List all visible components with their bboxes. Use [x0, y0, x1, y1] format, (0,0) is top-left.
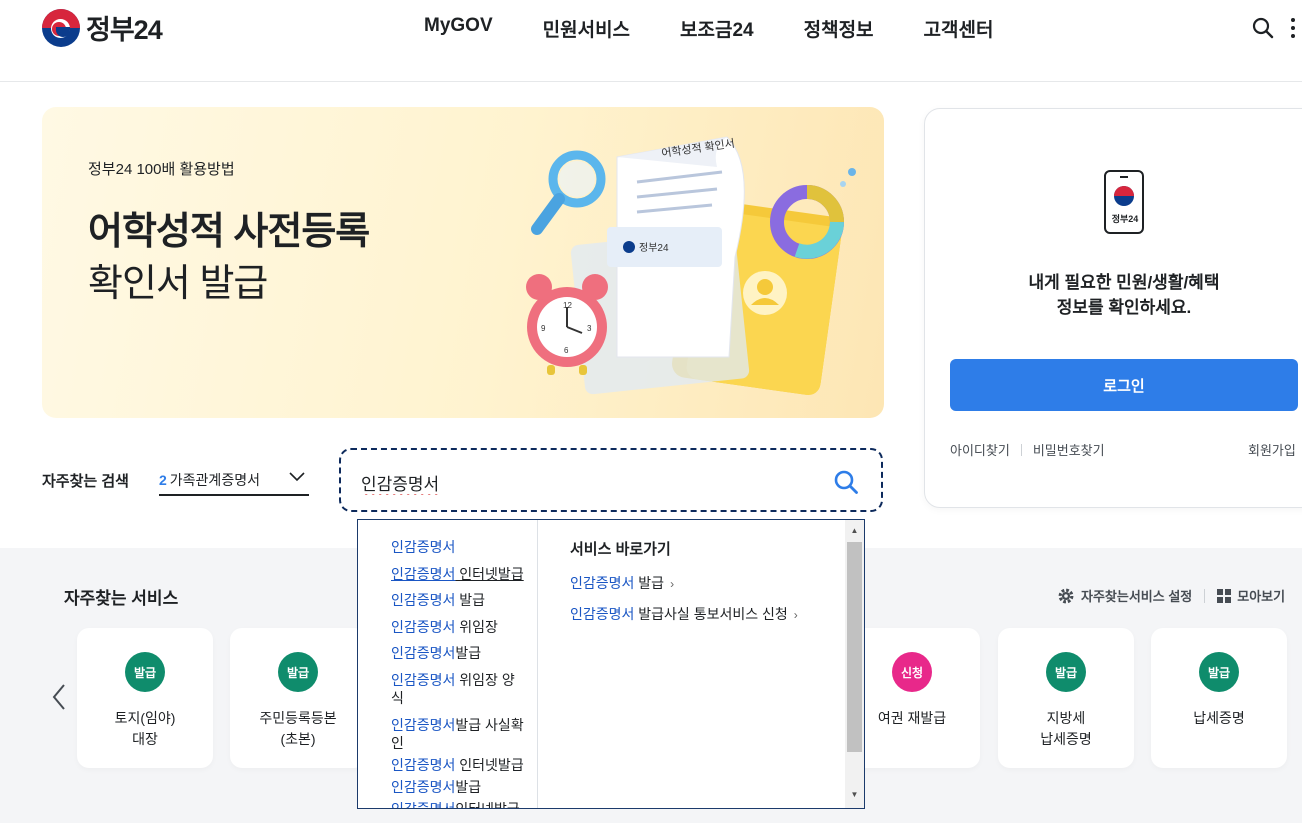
- account-links: 아이디찾기 비밀번호찾기: [950, 440, 1105, 459]
- service-label-line1: 지방세: [1046, 710, 1086, 726]
- suggestion-item[interactable]: 인감증명서발급 사실확 인: [391, 716, 525, 752]
- shortcuts-title: 서비스 바로가기: [570, 541, 671, 558]
- suggestion-item[interactable]: 인감증명서 인터넷발급: [391, 756, 525, 774]
- banner-subtitle: 정부24 100배 활용방법: [88, 161, 235, 178]
- section-title: 자주찾는 서비스: [64, 589, 179, 608]
- grid-icon: [1217, 588, 1232, 603]
- chevron-right-icon: ›: [670, 577, 675, 591]
- frequent-search-rank: 2: [159, 472, 167, 488]
- suggestion-item[interactable]: 인감증명서발급: [391, 644, 525, 662]
- nav-item-policy[interactable]: 정책정보: [804, 15, 874, 42]
- search-box: [339, 448, 883, 512]
- suggestion-item[interactable]: 인감증명서: [391, 538, 525, 556]
- autocomplete-dropdown: 인감증명서 인감증명서 인터넷발급 인감증명서 발급 인감증명서 위임장 인감증…: [357, 519, 865, 809]
- svg-text:3: 3: [587, 324, 592, 333]
- scrollbar-thumb[interactable]: [847, 542, 862, 752]
- logo-text: 정부24: [86, 15, 163, 45]
- service-label-line2: (초본): [280, 731, 316, 747]
- svg-text:12: 12: [563, 301, 572, 310]
- service-label: 주민등록등본 (초본): [234, 708, 362, 750]
- suggestion-item[interactable]: 인감증명서 인터넷발급: [391, 565, 525, 583]
- frequent-search-select[interactable]: 2 가족관계증명서: [159, 466, 309, 496]
- services-tools: 자주찾는서비스 설정 모아보기: [1057, 586, 1285, 605]
- banner-title: 어학성적 사전등록: [88, 211, 370, 253]
- gear-icon: [1058, 588, 1074, 603]
- chevron-left-icon[interactable]: [50, 682, 68, 712]
- suggestion-item[interactable]: 인감증명서 위임장 양식: [391, 671, 525, 707]
- services-settings-button[interactable]: 자주찾는서비스 설정: [1057, 586, 1192, 605]
- service-card[interactable]: 발급 납세증명: [1151, 628, 1287, 768]
- taegeuk-logo-icon: [42, 8, 80, 47]
- view-all-label: 모아보기: [1237, 589, 1286, 604]
- service-label-line2: 납세증명: [1040, 731, 1092, 747]
- doc-stamp-text: 정부24: [639, 242, 669, 254]
- service-card[interactable]: 발급 토지(임야) 대장: [77, 628, 213, 768]
- suggestion-item[interactable]: 인감증명서 발급: [391, 591, 525, 609]
- nav-item-customer-center[interactable]: 고객센터: [924, 15, 994, 42]
- service-label: 여권 재발급: [848, 708, 976, 729]
- divider: [1020, 443, 1022, 456]
- service-shortcuts: 서비스 바로가기 인감증명서 발급 › 인감증명서 발급사실 통보서비스 신청 ›: [570, 538, 798, 635]
- service-label-line1: 납세증명: [1193, 710, 1245, 726]
- nav-item-subsidy[interactable]: 보조금24: [680, 15, 754, 42]
- search-icon[interactable]: [1251, 16, 1275, 40]
- promo-banner[interactable]: 정부24 100배 활용방법 어학성적 사전등록 확인서 발급 어학성적 확인서…: [42, 107, 884, 418]
- login-desc-line1: 내게 필요한 민원/생활/혜택: [1028, 273, 1220, 292]
- service-badge: 신청: [892, 652, 932, 692]
- service-card[interactable]: 발급 주민등록등본 (초본): [230, 628, 366, 768]
- chevron-right-icon: ›: [793, 608, 798, 622]
- banner-title-line2: 확인서 발급: [88, 263, 268, 305]
- site-header: 정부24 MyGOV 민원서비스 보조금24 정책정보 고객센터: [0, 0, 1302, 82]
- frequent-search-label: 자주찾는 검색: [42, 473, 129, 490]
- divider: [1204, 588, 1206, 603]
- main-nav: MyGOV 민원서비스 보조금24 정책정보 고객센터: [424, 15, 993, 42]
- service-label-line1: 토지(임야): [114, 710, 176, 726]
- service-label: 지방세 납세증명: [1002, 708, 1130, 750]
- shortcut-link[interactable]: 인감증명서 발급사실 통보서비스 신청 ›: [570, 604, 798, 624]
- suggestion-item[interactable]: 인감증명서발급: [391, 778, 525, 796]
- shortcut-link[interactable]: 인감증명서 발급 ›: [570, 573, 798, 593]
- service-badge: 발급: [125, 652, 165, 692]
- mobile-phone-icon: 정부24: [1104, 170, 1144, 234]
- scroll-down-arrow-icon[interactable]: ▼: [845, 786, 864, 804]
- login-card: 정부24 내게 필요한 민원/생활/혜택 정보를 확인하세요. 로그인 아이디찾…: [924, 108, 1302, 508]
- service-badge: 발급: [1046, 652, 1086, 692]
- nav-item-mygov[interactable]: MyGOV: [424, 15, 493, 42]
- nav-item-civil-service[interactable]: 민원서비스: [543, 15, 630, 42]
- scrollbar[interactable]: ▲ ▼: [845, 520, 864, 808]
- view-all-button[interactable]: 모아보기: [1217, 586, 1285, 605]
- service-label: 납세증명: [1155, 708, 1283, 729]
- find-id-link[interactable]: 아이디찾기: [950, 440, 1010, 459]
- login-description: 내게 필요한 민원/생활/혜택 정보를 확인하세요.: [925, 270, 1302, 320]
- frequent-search-value: 가족관계증명서: [169, 472, 260, 488]
- find-password-link[interactable]: 비밀번호찾기: [1033, 440, 1105, 459]
- services-settings-label: 자주찾는서비스 설정: [1081, 589, 1193, 604]
- join-link[interactable]: 회원가입: [1248, 440, 1296, 459]
- service-label-line1: 여권 재발급: [877, 710, 947, 726]
- service-card[interactable]: 발급 지방세 납세증명: [998, 628, 1134, 768]
- service-badge: 발급: [278, 652, 318, 692]
- svg-text:6: 6: [564, 346, 569, 355]
- site-logo[interactable]: 정부24: [42, 8, 163, 47]
- search-submit-icon[interactable]: [833, 469, 859, 495]
- service-label-line2: 대장: [132, 731, 158, 747]
- login-button[interactable]: 로그인: [950, 359, 1298, 411]
- suggestion-list: 인감증명서 인감증명서 인터넷발급 인감증명서 발급 인감증명서 위임장 인감증…: [358, 520, 538, 808]
- phone-label: 정부24: [1111, 214, 1139, 224]
- service-badge: 발급: [1199, 652, 1239, 692]
- service-label: 토지(임야) 대장: [81, 708, 209, 750]
- search-input[interactable]: [361, 468, 821, 496]
- login-desc-line2: 정보를 확인하세요.: [1056, 298, 1192, 317]
- chevron-down-icon: [289, 472, 305, 482]
- certificate-illustration: 어학성적 확인서 정부24 12 3 6 9: [526, 136, 856, 396]
- svg-text:9: 9: [541, 324, 546, 333]
- scroll-up-arrow-icon[interactable]: ▲: [845, 522, 864, 540]
- service-label-line1: 주민등록등본: [259, 710, 337, 726]
- more-vertical-icon[interactable]: [1288, 18, 1298, 38]
- suggestion-item[interactable]: 인감증명서인터넷발급: [391, 800, 525, 808]
- suggestion-item[interactable]: 인감증명서 위임장: [391, 618, 525, 636]
